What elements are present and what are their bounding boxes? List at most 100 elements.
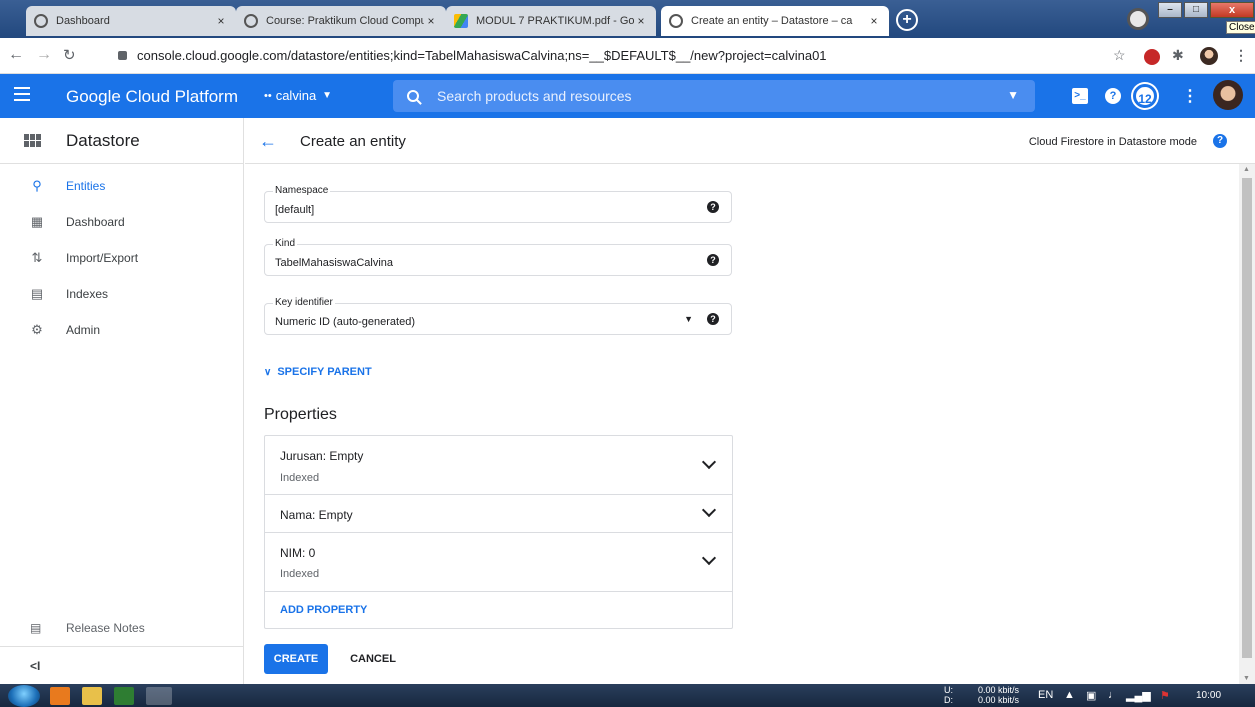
scroll-up-icon[interactable]: ▲ — [1243, 166, 1250, 173]
new-tab-button[interactable]: + — [896, 9, 918, 31]
tab-close-icon[interactable]: × — [214, 14, 228, 28]
property-row[interactable]: Jurusan: Empty Indexed — [265, 436, 732, 495]
sidebar-item-import-export[interactable]: ⇅ Import/Export — [0, 240, 243, 276]
back-arrow-icon[interactable]: ← — [8, 46, 24, 64]
release-notes-icon: ▤ — [30, 621, 42, 635]
chevron-down-icon[interactable] — [701, 502, 717, 518]
add-property-button[interactable]: ADD PROPERTY — [265, 592, 732, 628]
start-button[interactable] — [8, 685, 40, 707]
close-tooltip: Close — [1226, 21, 1255, 34]
browser-tab-dashboard[interactable]: Dashboard × — [26, 6, 236, 36]
dropdown-arrow-icon[interactable]: ▼ — [684, 314, 693, 324]
help-icon[interactable]: ? — [707, 201, 719, 213]
window-maximize-button[interactable]: □ — [1184, 2, 1208, 18]
file-explorer-icon[interactable] — [82, 687, 102, 705]
help-icon[interactable]: ? — [707, 254, 719, 266]
cloud-shell-icon[interactable]: >_ — [1072, 88, 1088, 104]
hamburger-menu-icon[interactable] — [14, 87, 30, 105]
sidebar-item-label: Admin — [66, 323, 101, 337]
bookmark-star-icon[interactable]: ☆ — [1113, 47, 1126, 64]
sidebar-item-entities[interactable]: ⚲ Entities — [0, 168, 243, 204]
search-icon — [407, 90, 419, 102]
tab-close-icon[interactable]: × — [634, 14, 648, 28]
more-options-icon[interactable]: ⋮ — [1182, 86, 1198, 106]
sidebar-item-indexes[interactable]: ▤ Indexes — [0, 276, 243, 312]
browser-menu-icon[interactable]: ⋮ — [1234, 47, 1248, 64]
help-icon[interactable]: ? — [1105, 88, 1121, 104]
tab-title: Course: Praktikum Cloud Compu — [266, 15, 424, 27]
namespace-value[interactable]: [default] — [275, 204, 314, 216]
tab-close-icon[interactable]: × — [424, 14, 438, 28]
datastore-mode-label: Cloud Firestore in Datastore mode — [1028, 136, 1197, 148]
account-avatar[interactable] — [1213, 80, 1243, 110]
gear-icon: ⚙ — [31, 322, 43, 337]
reload-icon[interactable]: ↻ — [63, 46, 76, 64]
help-icon[interactable]: ? — [1213, 134, 1227, 148]
platform-title[interactable]: Google Cloud Platform — [66, 87, 238, 107]
key-identifier-select[interactable]: Key identifier Numeric ID (auto-generate… — [264, 297, 732, 335]
property-row[interactable]: Nama: Empty — [265, 495, 732, 533]
extensions-puzzle-icon[interactable]: ✱ — [1172, 47, 1184, 64]
back-arrow-icon[interactable]: ← — [259, 131, 277, 152]
product-title: Datastore — [66, 130, 140, 150]
volume-icon[interactable]: ♩ — [1108, 689, 1119, 701]
kind-field[interactable]: Kind TabelMahasiswaCalvina ? — [264, 238, 732, 276]
notifications-badge[interactable]: 12 — [1133, 84, 1157, 108]
field-label: Key identifier — [273, 297, 335, 308]
url-text: console.cloud.google.com/datastore/entit… — [137, 48, 827, 63]
page-scrollbar[interactable]: ▲ ▼ — [1239, 164, 1255, 684]
scrollbar-thumb[interactable] — [1242, 178, 1252, 658]
forward-arrow-icon[interactable]: → — [36, 46, 52, 64]
project-selector[interactable]: •• calvina ▼ — [264, 88, 332, 103]
network-tray-icon[interactable]: ▣ — [1086, 689, 1096, 702]
chevron-down-icon[interactable] — [701, 550, 717, 566]
media-player-icon[interactable] — [50, 687, 70, 705]
sidebar-footer: ▤ Release Notes <I — [0, 610, 243, 684]
scroll-down-icon[interactable]: ▼ — [1243, 675, 1250, 682]
google-drive-icon — [454, 14, 468, 28]
help-icon[interactable]: ? — [707, 313, 719, 325]
sidebar-item-admin[interactable]: ⚙ Admin — [0, 312, 243, 348]
browser-tab-course[interactable]: Course: Praktikum Cloud Compu × — [236, 6, 446, 36]
signal-icon[interactable]: ▂▄▆ — [1126, 689, 1151, 702]
clock[interactable]: 10:00 — [1196, 690, 1221, 701]
release-notes-link[interactable]: ▤ Release Notes — [0, 610, 243, 646]
property-indexed: Indexed — [280, 472, 320, 484]
flag-icon[interactable]: ⚑ — [1160, 689, 1170, 702]
cancel-button[interactable]: CANCEL — [343, 644, 403, 674]
namespace-field[interactable]: Namespace [default] ? — [264, 185, 732, 223]
chrome-profile-icon[interactable] — [1127, 8, 1149, 30]
extension-icon[interactable] — [1144, 49, 1160, 65]
project-name: calvina — [275, 88, 317, 103]
window-minimize-button[interactable]: – — [1158, 2, 1182, 18]
window-close-button[interactable]: x — [1210, 2, 1254, 18]
chrome-taskbar-icon[interactable] — [146, 687, 172, 705]
browser-tab-modul-pdf[interactable]: MODUL 7 PRAKTIKUM.pdf - Goo × — [446, 6, 656, 36]
field-label: Namespace — [273, 185, 331, 196]
property-row[interactable]: NIM: 0 Indexed — [265, 533, 732, 592]
windows-taskbar: U: D: 0.00 kbit/s 0.00 kbit/s EN ▲ ▣ ♩ ▂… — [0, 684, 1255, 707]
kind-value[interactable]: TabelMahasiswaCalvina — [275, 257, 393, 269]
properties-list: Jurusan: Empty Indexed Nama: Empty NIM: … — [264, 435, 733, 629]
excel-icon[interactable] — [114, 687, 134, 705]
profile-avatar-icon[interactable] — [1200, 47, 1218, 65]
sidebar-item-dashboard[interactable]: ▦ Dashboard — [0, 204, 243, 240]
specify-parent-label: SPECIFY PARENT — [277, 366, 372, 378]
key-identifier-value[interactable]: Numeric ID (auto-generated) — [275, 316, 415, 328]
tab-title: MODUL 7 PRAKTIKUM.pdf - Goo — [476, 15, 634, 27]
chevron-down-icon[interactable] — [701, 454, 717, 470]
search-input[interactable] — [437, 88, 997, 104]
tray-expand-icon[interactable]: ▲ — [1064, 689, 1075, 701]
collapse-sidebar-button[interactable]: <I — [0, 646, 243, 684]
specify-parent-toggle[interactable]: ∨ SPECIFY PARENT — [264, 366, 372, 378]
search-box[interactable]: ▼ — [393, 80, 1035, 112]
gcp-favicon-icon — [34, 14, 48, 28]
property-name: Jurusan: Empty — [280, 449, 364, 463]
tab-close-icon[interactable]: × — [867, 14, 881, 28]
create-button[interactable]: CREATE — [264, 644, 328, 674]
release-notes-label: Release Notes — [66, 621, 145, 635]
chevron-down-icon[interactable]: ▼ — [1007, 88, 1019, 102]
url-field[interactable]: console.cloud.google.com/datastore/entit… — [118, 48, 827, 63]
language-indicator[interactable]: EN — [1038, 689, 1053, 701]
browser-tab-create-entity[interactable]: Create an entity – Datastore – ca × — [661, 6, 889, 36]
